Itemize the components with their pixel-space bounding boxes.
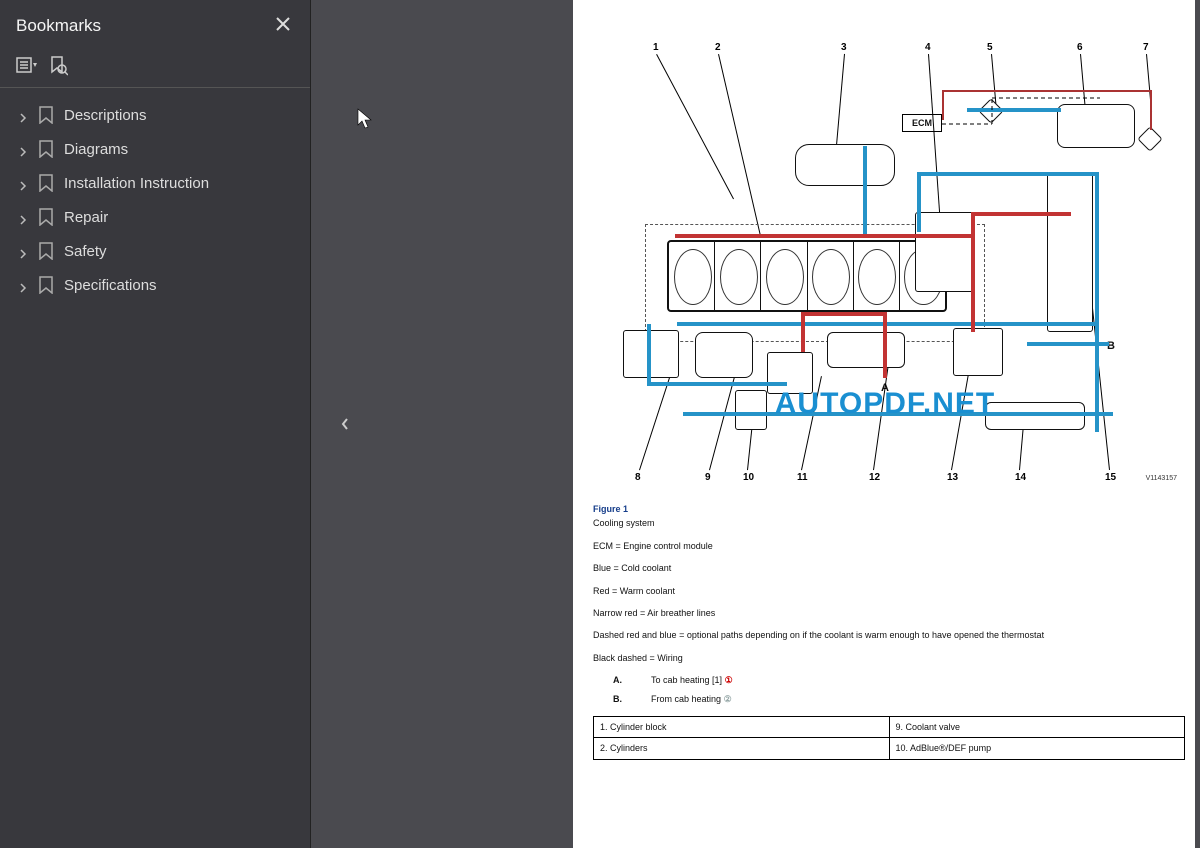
bookmark-label: Installation Instruction	[64, 175, 209, 192]
bookmark-icon	[38, 106, 54, 124]
legend-line: Black dashed = Wiring	[593, 651, 1181, 665]
pdf-page: 1 2 3 4 5 6 7 8 9 10 11 12 13 14 15 A B	[573, 0, 1195, 848]
callout-number: 11	[797, 472, 808, 483]
bookmarks-tree: Descriptions Diagrams Installation Instr…	[0, 88, 310, 302]
bookmark-item[interactable]: Specifications	[0, 268, 310, 302]
chevron-right-icon	[18, 144, 28, 154]
close-icon[interactable]	[272, 10, 294, 41]
table-row: 1. Cylinder block 9. Coolant valve	[594, 716, 1185, 737]
callout-number: 5	[987, 42, 993, 53]
legend-line: Dashed red and blue = optional paths dep…	[593, 628, 1181, 642]
bookmark-item[interactable]: Descriptions	[0, 98, 310, 132]
cooling-system-diagram: 1 2 3 4 5 6 7 8 9 10 11 12 13 14 15 A B	[587, 12, 1183, 482]
bookmark-icon	[38, 140, 54, 158]
bookmark-label: Descriptions	[64, 107, 147, 124]
document-canvas[interactable]: 1 2 3 4 5 6 7 8 9 10 11 12 13 14 15 A B	[311, 0, 1200, 848]
annotation-mark-icon: ②	[724, 694, 732, 704]
ecm-box: ECM	[902, 114, 942, 132]
ecm-label: ECM	[912, 118, 932, 128]
callout-number: 7	[1143, 42, 1149, 53]
bookmark-label: Repair	[64, 209, 108, 226]
bookmark-item[interactable]: Diagrams	[0, 132, 310, 166]
callout-number: 12	[869, 472, 880, 483]
parts-table: 1. Cylinder block 9. Coolant valve 2. Cy…	[593, 716, 1185, 760]
chevron-right-icon	[18, 178, 28, 188]
table-row: 2. Cylinders 10. AdBlue®/DEF pump	[594, 738, 1185, 759]
legend-key-b: B. From cab heating ②	[593, 692, 1181, 706]
legend-value: To cab heating [1]	[651, 675, 722, 685]
table-cell: 1. Cylinder block	[594, 716, 890, 737]
chevron-right-icon	[18, 212, 28, 222]
bookmarks-title: Bookmarks	[16, 16, 101, 36]
callout-number: 1	[653, 42, 659, 53]
figure-caption-block: Figure 1 Cooling system ECM = Engine con…	[587, 502, 1181, 760]
callout-number: 2	[715, 42, 721, 53]
figure-label: Figure 1	[593, 504, 628, 514]
callout-number: 8	[635, 472, 641, 483]
legend-line: Narrow red = Air breather lines	[593, 606, 1181, 620]
callout-number: 13	[947, 472, 958, 483]
callout-number: 14	[1015, 472, 1026, 483]
bookmark-icon	[38, 208, 54, 226]
find-bookmark-icon[interactable]	[46, 55, 72, 77]
bookmark-options-icon[interactable]	[14, 55, 40, 77]
bookmark-icon	[38, 242, 54, 260]
bookmark-label: Specifications	[64, 277, 157, 294]
table-cell: 10. AdBlue®/DEF pump	[889, 738, 1185, 759]
callout-number: 9	[705, 472, 711, 483]
chevron-right-icon	[18, 280, 28, 290]
table-cell: 2. Cylinders	[594, 738, 890, 759]
bookmark-item[interactable]: Repair	[0, 200, 310, 234]
legend-line: Blue = Cold coolant	[593, 561, 1181, 575]
bookmark-icon	[38, 174, 54, 192]
wiring-line	[942, 90, 1162, 230]
callout-number: 6	[1077, 42, 1083, 53]
collapse-sidebar-handle[interactable]	[337, 404, 353, 444]
diagram-part-number: V1143157	[1146, 475, 1177, 482]
legend-key: A.	[613, 673, 633, 687]
annotation-mark-icon: ①	[725, 675, 733, 685]
legend-key: B.	[613, 692, 633, 706]
legend-line: Red = Warm coolant	[593, 584, 1181, 598]
bookmark-icon	[38, 276, 54, 294]
legend-key-a: A. To cab heating [1] ①	[593, 673, 1181, 687]
legend-value: From cab heating	[651, 694, 721, 704]
table-cell: 9. Coolant valve	[889, 716, 1185, 737]
callout-number: 4	[925, 42, 931, 53]
bookmark-item[interactable]: Installation Instruction	[0, 166, 310, 200]
mouse-cursor-icon	[357, 108, 375, 135]
chevron-right-icon	[18, 110, 28, 120]
bookmark-label: Safety	[64, 243, 107, 260]
bookmark-label: Diagrams	[64, 141, 128, 158]
callout-number: 15	[1105, 472, 1116, 483]
figure-caption: Cooling system	[593, 518, 655, 528]
bookmarks-panel: Bookmarks Descriptions	[0, 0, 311, 848]
chevron-right-icon	[18, 246, 28, 256]
callout-number: 3	[841, 42, 847, 53]
legend-line: ECM = Engine control module	[593, 539, 1181, 553]
callout-number: 10	[743, 472, 754, 483]
bookmark-item[interactable]: Safety	[0, 234, 310, 268]
bookmarks-toolbar	[0, 51, 310, 88]
